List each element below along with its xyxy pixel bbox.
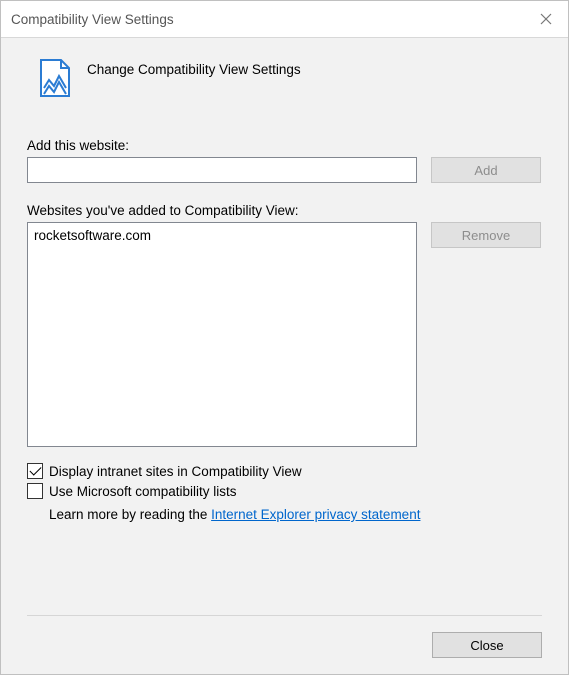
checkbox-mslists[interactable] (27, 483, 43, 499)
dialog-header: Change Compatibility View Settings (27, 58, 542, 98)
dialog-content: Change Compatibility View Settings Add t… (1, 38, 568, 674)
close-button[interactable]: Close (432, 632, 542, 658)
privacy-statement-link[interactable]: Internet Explorer privacy statement (211, 507, 420, 522)
titlebar: Compatibility View Settings (1, 1, 568, 38)
checkbox-intranet-label: Display intranet sites in Compatibility … (49, 464, 302, 479)
dialog-heading: Change Compatibility View Settings (87, 58, 301, 77)
learn-more-text: Learn more by reading the Internet Explo… (27, 507, 542, 522)
checkbox-intranet[interactable] (27, 463, 43, 479)
checkbox-mslists-label: Use Microsoft compatibility lists (49, 484, 237, 499)
add-button[interactable]: Add (431, 157, 541, 183)
checkbox-intranet-row[interactable]: Display intranet sites in Compatibility … (27, 463, 542, 479)
close-icon (540, 13, 552, 25)
websites-listbox[interactable]: rocketsoftware.com (27, 222, 417, 447)
list-item[interactable]: rocketsoftware.com (34, 227, 410, 244)
websites-list-label: Websites you've added to Compatibility V… (27, 203, 542, 218)
page-compat-icon (37, 58, 73, 98)
window-close-button[interactable] (523, 1, 568, 37)
remove-button[interactable]: Remove (431, 222, 541, 248)
dialog-footer: Close (27, 615, 542, 658)
checkbox-mslists-row[interactable]: Use Microsoft compatibility lists (27, 483, 542, 499)
add-website-input[interactable] (27, 157, 417, 183)
window-title: Compatibility View Settings (11, 12, 174, 27)
add-website-label: Add this website: (27, 138, 542, 153)
learn-more-prefix: Learn more by reading the (49, 507, 211, 522)
